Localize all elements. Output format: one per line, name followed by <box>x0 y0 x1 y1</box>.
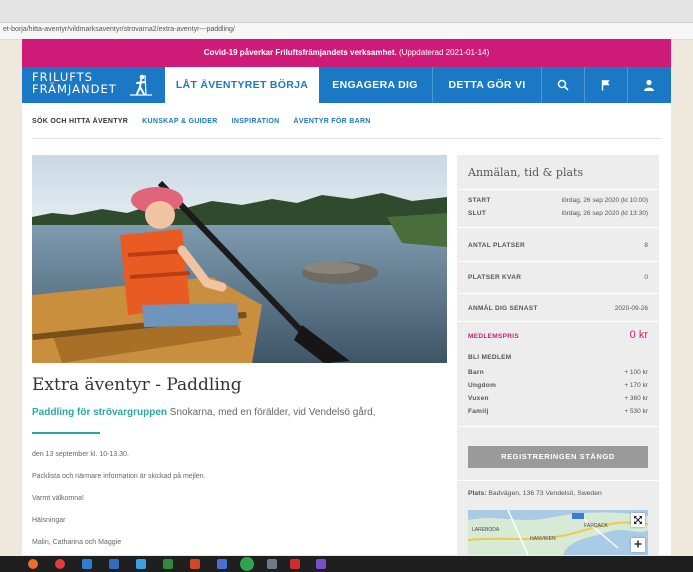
flag-button[interactable] <box>585 67 627 103</box>
subnav-divider <box>32 138 662 139</box>
lead-text: Snokarna, med en förälder, vid Vendelsö … <box>167 407 376 418</box>
user-icon <box>644 79 654 91</box>
address-bar-url[interactable]: et-borja/hitta-aventyr/vildmarksaventyr/… <box>3 26 235 33</box>
sidebar-divider <box>457 189 659 190</box>
taskbar-app-icon[interactable] <box>267 559 277 569</box>
member-price-value: 0 kr <box>629 329 648 341</box>
title-accent-line <box>32 432 100 434</box>
subnav-inspiration[interactable]: INSPIRATION <box>232 110 280 134</box>
taskbar-app-icon[interactable] <box>55 559 65 569</box>
body-paragraph-signature: Malin, Catharina och Maggie <box>32 539 122 546</box>
membership-price-ungdom: + 170 kr <box>624 382 648 389</box>
plus-icon <box>634 540 642 548</box>
user-button[interactable] <box>628 67 670 103</box>
place-info: Plats: Badvägen, 136 73 Vendelsö, Sweden <box>468 490 602 497</box>
search-icon <box>557 79 569 91</box>
end-value: lördag, 26 sep 2020 (kl 13:30) <box>561 210 648 217</box>
hero-image-paddling <box>32 155 447 363</box>
membership-label-ungdom: Ungdom <box>468 382 497 389</box>
page-title: Extra äventyr - Paddling <box>32 375 242 395</box>
membership-label-vuxen: Vuxen <box>468 395 489 402</box>
location-map[interactable]: LAREBODA FÄRDACK HANVIKEN <box>468 510 648 555</box>
subnav-aventyr-for-barn[interactable]: ÄVENTYR FÖR BARN <box>294 110 371 134</box>
registration-closed-button[interactable]: REGISTRERINGEN STÄNGD <box>468 446 648 468</box>
covid-banner-updated: (Uppdaterad 2021-01-14) <box>398 48 490 57</box>
web-page: Covid-19 påverkar Friluftsfrämjandets ve… <box>22 39 671 555</box>
map-place-fardack: FÄRDACK <box>584 522 609 529</box>
sidebar-divider <box>457 480 659 481</box>
taskbar-app-icon[interactable] <box>28 559 38 569</box>
sidebar-divider <box>457 293 659 294</box>
logo-figure-icon <box>130 74 152 96</box>
tab-detta-gor-vi[interactable]: DETTA GÖR VI <box>433 67 541 103</box>
membership-label-barn: Barn <box>468 369 485 376</box>
lead-highlight: Paddling för strövargruppen <box>32 407 168 418</box>
start-value: lördag, 26 sep 2020 (kl 10:00) <box>561 197 648 204</box>
sidebar-divider <box>457 321 659 322</box>
seats-label: ANTAL PLATSER <box>468 242 525 249</box>
place-label: Plats: <box>468 490 487 497</box>
deadline-label: ANMÄL DIG SENAST <box>468 305 538 312</box>
membership-price-barn: + 100 kr <box>624 369 648 376</box>
taskbar-app-icon[interactable] <box>136 559 146 569</box>
membership-price-familj: + 530 kr <box>624 408 648 415</box>
tab-engagera-dig[interactable]: ENGAGERA DIG <box>319 67 431 103</box>
map-canvas: LAREBODA FÄRDACK HANVIKEN <box>468 510 648 555</box>
flag-icon <box>601 80 610 91</box>
main-navigation: FRILUFTS FRÄMJANDET LÅT ÄVENTYRET BÖRJA … <box>22 67 671 103</box>
deadline-value: 2020-09-26 <box>614 305 648 312</box>
membership-price-vuxen: + 360 kr <box>624 395 648 402</box>
place-address: Badvägen, 136 73 Vendelsö, Sweden <box>486 490 602 497</box>
friluftsframjandet-logo[interactable]: FRILUFTS FRÄMJANDET <box>32 71 162 99</box>
subnav-sok-och-hitta[interactable]: SÖK OCH HITTA ÄVENTYR <box>32 110 128 134</box>
sub-navigation: SÖK OCH HITTA ÄVENTYR KUNSKAP & GUIDER I… <box>32 110 371 134</box>
search-button[interactable] <box>542 67 584 103</box>
body-paragraph-welcome: Varmt välkomna! <box>32 495 84 502</box>
map-place-hanviken: HANVIKEN <box>530 536 556 542</box>
taskbar-app-icon[interactable] <box>109 559 119 569</box>
seats-left-value: 0 <box>644 274 648 281</box>
registration-sidebar: Anmälan, tid & plats START lördag, 26 se… <box>457 155 659 555</box>
covid-banner[interactable]: Covid-19 påverkar Friluftsfrämjandets ve… <box>22 39 671 67</box>
body-paragraph-packlist: Packlista och närmare information är ski… <box>32 473 206 480</box>
taskbar-app-icon[interactable] <box>240 557 254 571</box>
membership-label-familj: Familj <box>468 408 489 415</box>
taskbar-app-icon[interactable] <box>316 559 326 569</box>
sidebar-divider <box>457 227 659 228</box>
taskbar-app-icon[interactable] <box>190 559 200 569</box>
taskbar-app-icon[interactable] <box>82 559 92 569</box>
browser-tab-strip <box>0 0 693 23</box>
taskbar-app-icon[interactable] <box>290 559 300 569</box>
start-label: START <box>468 197 491 204</box>
os-taskbar <box>0 556 693 572</box>
map-fullscreen-button[interactable] <box>631 513 645 527</box>
sidebar-divider <box>457 426 659 427</box>
map-zoom-in-button[interactable] <box>631 538 645 552</box>
tab-lat-aventyret-borja[interactable]: LÅT ÄVENTYRET BÖRJA <box>165 67 319 103</box>
lead-paragraph: Paddling för strövargruppen Snokarna, me… <box>32 407 375 418</box>
taskbar-app-icon[interactable] <box>217 559 227 569</box>
covid-banner-text[interactable]: Covid-19 påverkar Friluftsfrämjandets ve… <box>204 48 397 57</box>
seats-value: 8 <box>644 242 648 249</box>
membership-title: BLI MEDLEM <box>468 354 512 361</box>
body-paragraph-date: den 13 september kl. 10-13.30. <box>32 451 129 458</box>
end-label: SLUT <box>468 210 487 217</box>
sidebar-title: Anmälan, tid & plats <box>468 166 584 179</box>
sidebar-divider <box>457 261 659 262</box>
seats-left-label: PLATSER KVAR <box>468 274 522 281</box>
subnav-kunskap-guider[interactable]: KUNSKAP & GUIDER <box>142 110 217 134</box>
body-paragraph-greeting: Hälsningar <box>32 517 66 524</box>
member-price-label: MEDLEMSPRIS <box>468 333 519 340</box>
address-bar[interactable]: et-borja/hitta-aventyr/vildmarksaventyr/… <box>0 23 693 40</box>
taskbar-app-icon[interactable] <box>163 559 173 569</box>
fullscreen-icon <box>634 516 642 524</box>
map-place-laroboda: LAREBODA <box>472 527 500 533</box>
